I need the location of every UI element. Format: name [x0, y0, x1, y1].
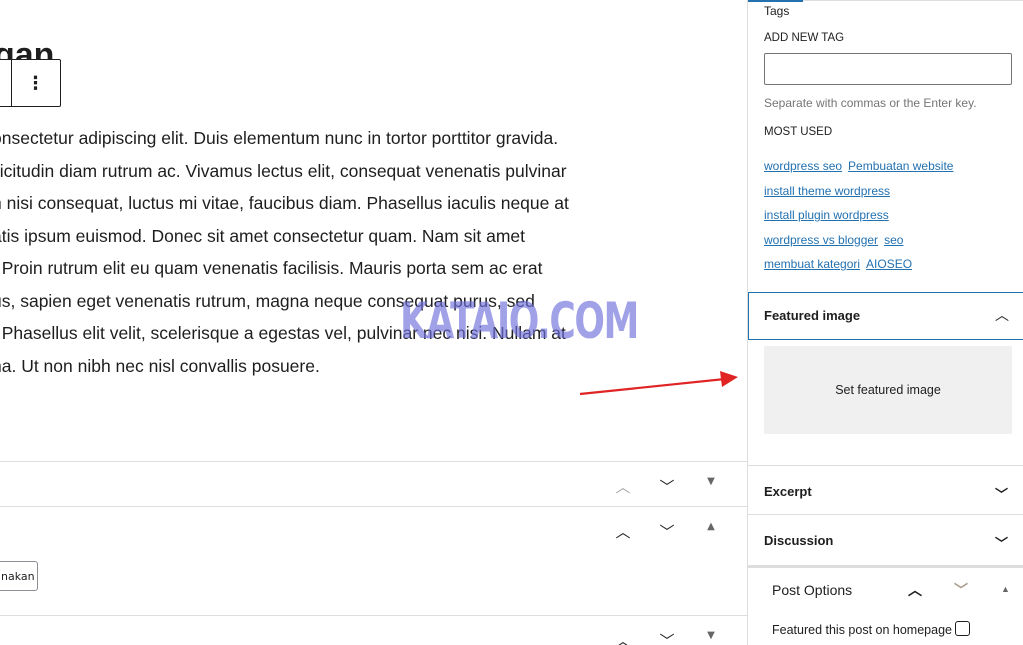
most-used-label: MOST USED: [764, 126, 833, 138]
paragraph-line: onsectetur adipiscing elit. Duis element…: [0, 128, 559, 148]
post-options-title: Post Options: [772, 582, 853, 598]
meta-box-2: ︿ ﹀ ▲: [0, 506, 747, 616]
featured-post-label: Featured this post on homepage: [772, 623, 952, 637]
toggle-panel-icon[interactable]: ▲: [1001, 584, 1010, 594]
chevron-down-icon: ﹀: [994, 536, 1008, 551]
move-down-icon[interactable]: ﹀: [645, 521, 689, 542]
featured-post-option: Featured this post on homepage: [772, 621, 970, 637]
tag-row: wordpress vs blogger seo: [764, 228, 959, 253]
meta-box-3: ︿ ﹀ ▼: [0, 615, 747, 645]
more-vertical-icon: ⋮: [26, 72, 45, 94]
tag-row: wordpress seo Pembuatan website: [764, 154, 959, 179]
featured-post-checkbox[interactable]: [954, 621, 970, 636]
more-options-button[interactable]: ⋮: [11, 60, 60, 106]
toggle-panel-icon[interactable]: ▼: [689, 630, 733, 645]
toggle-panel-icon[interactable]: ▲: [689, 521, 733, 542]
paragraph-line: atis ipsum euismod. Donec sit amet conse…: [0, 225, 525, 246]
tag-link[interactable]: AIOSEO: [866, 257, 912, 271]
add-new-tag-label: ADD NEW TAG: [764, 32, 845, 44]
meta-box-1: ︿ ﹀ ▼: [0, 461, 747, 507]
move-up-icon[interactable]: ︿: [601, 521, 645, 542]
discussion-title: Discussion: [764, 533, 834, 548]
editor-canvas: gan ⋮ onsectetur adipiscing elit. Duis e…: [0, 0, 747, 645]
chevron-up-icon: ︿: [995, 307, 1009, 323]
excerpt-panel[interactable]: Excerpt ﹀: [748, 465, 1023, 515]
tag-link[interactable]: install theme wordpress: [764, 184, 890, 198]
paragraph-line: na. Ut non nibh nec nisl convallis posue…: [0, 355, 320, 376]
chevron-down-icon: ﹀: [994, 487, 1008, 502]
set-featured-image-button[interactable]: Set featured image: [764, 346, 1012, 434]
add-tag-input[interactable]: [764, 53, 1012, 85]
help-text: Separate with commas or the Enter key.: [764, 96, 977, 110]
move-up-icon[interactable]: ︿: [601, 630, 645, 645]
tag-row: install plugin wordpress: [764, 203, 959, 228]
settings-sidebar: Tags ADD NEW TAG Separate with commas or…: [747, 0, 1023, 645]
featured-image-panel-header[interactable]: Featured image ︿: [748, 292, 1023, 340]
move-down-icon[interactable]: ﹀: [645, 630, 689, 645]
tags-heading[interactable]: Tags: [764, 4, 789, 18]
select-dropdown[interactable]: nakan: [0, 561, 38, 591]
most-used-tags: wordpress seo Pembuatan website install th…: [764, 154, 959, 277]
move-up-icon[interactable]: ︿: [908, 580, 922, 600]
discussion-panel[interactable]: Discussion ﹀: [748, 514, 1023, 566]
featured-image-title: Featured image: [764, 308, 861, 323]
excerpt-title: Excerpt: [764, 484, 812, 499]
tag-link[interactable]: Pembuatan website: [848, 159, 953, 173]
move-down-icon[interactable]: ﹀: [645, 476, 689, 497]
tag-row: membuat kategori AIOSEO: [764, 252, 959, 277]
move-down-icon[interactable]: ﹀: [954, 580, 968, 600]
paragraph-line: n nisi consequat, luctus mi vitae, fauci…: [0, 193, 569, 213]
tag-link[interactable]: install plugin wordpress: [764, 208, 889, 222]
tag-link[interactable]: membuat kategori: [764, 257, 860, 271]
tag-row: install theme wordpress: [764, 179, 959, 204]
toggle-panel-icon[interactable]: ▼: [689, 476, 733, 497]
block-toolbar: ⋮: [0, 59, 61, 107]
post-options-panel: Post Options ︿ ﹀ ▲ Featured this post on…: [748, 565, 1023, 645]
watermark: KATAIO.COM: [400, 292, 639, 350]
tag-link[interactable]: wordpress seo: [764, 159, 842, 173]
move-up-icon[interactable]: ︿: [601, 476, 645, 497]
tag-link[interactable]: seo: [884, 233, 903, 247]
paragraph-line: llicitudin diam rutrum ac. Vivamus lectu…: [0, 160, 567, 181]
tag-link[interactable]: wordpress vs blogger: [764, 233, 878, 247]
paragraph-line: . Proin rutrum elit eu quam venenatis fa…: [0, 258, 543, 278]
red-arrow-annotation: [579, 371, 738, 396]
